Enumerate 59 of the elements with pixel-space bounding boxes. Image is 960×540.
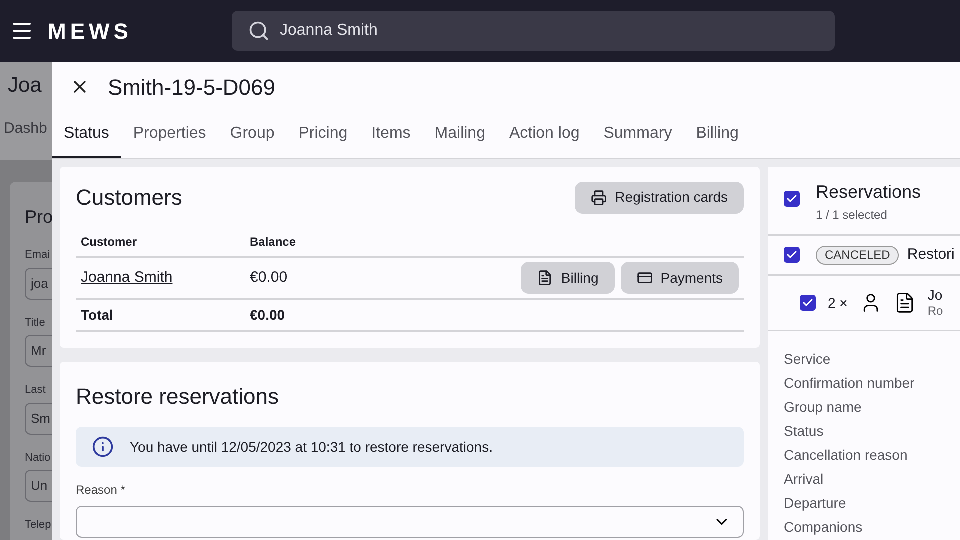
check-icon [786, 249, 798, 261]
checkbox[interactable] [784, 191, 800, 207]
detail-label: Companions [784, 518, 864, 537]
table-cell-text: €0.00 [250, 268, 289, 288]
field-label: Reason * [76, 482, 126, 499]
customer-link[interactable]: Joanna Smith [76, 266, 250, 290]
tab[interactable]: Group [218, 112, 287, 158]
group-name: Restori [907, 244, 955, 265]
drawer-title: Smith-19-5-D069 [108, 74, 276, 102]
info-icon [92, 436, 114, 458]
tab[interactable]: Billing [684, 112, 751, 158]
printer-icon [591, 190, 608, 206]
selected-count: 1 / 1 selected [816, 207, 888, 224]
status-badge: CANCELED [816, 246, 900, 264]
total-value: €0.00 [250, 306, 286, 324]
checkbox[interactable] [784, 247, 800, 263]
page-tab[interactable]: Dashb [4, 118, 52, 140]
reservation-subtitle: Ro [928, 303, 944, 319]
checkbox[interactable] [800, 295, 816, 311]
check-icon [802, 297, 814, 309]
payments-button[interactable]: Payments [620, 262, 739, 294]
column-header: Customer [80, 234, 138, 251]
detail-label: Status [784, 422, 825, 441]
card-icon [636, 270, 653, 286]
tab[interactable]: Status [52, 112, 122, 158]
tab[interactable]: Summary [592, 112, 684, 158]
registration-cards-button[interactable]: Registration cards [575, 182, 744, 214]
search-icon [248, 20, 270, 42]
detail-label: Cancellation reason [784, 446, 909, 465]
field-label: Title [25, 316, 46, 330]
tab[interactable]: Properties [121, 112, 218, 158]
search-field[interactable]: Joanna Smith [232, 11, 835, 51]
field-label: Telep [25, 518, 52, 533]
detail-label: Service [784, 350, 832, 369]
tab[interactable]: Action log [497, 112, 592, 158]
detail-label: Group name [784, 398, 863, 417]
field-label: Natio [25, 450, 52, 466]
quantity: 2 × [828, 294, 848, 312]
card-title: Pro [25, 206, 52, 229]
column-header: Balance [250, 234, 296, 251]
panel-title: Reservations [816, 181, 922, 203]
detail-label: Arrival [784, 470, 825, 489]
info-text: You have until 12/05/2023 at 10:31 to restore reservations. [130, 438, 493, 456]
invoice-icon [537, 270, 554, 286]
field-label: Emai [25, 248, 52, 263]
total-label: Total [80, 306, 114, 324]
tab[interactable]: Mailing [422, 112, 498, 158]
check-icon [786, 193, 798, 205]
card-title: Restore reservations [76, 383, 280, 411]
page-title: Joa [8, 73, 43, 99]
tab[interactable]: Items [360, 112, 423, 158]
tab[interactable]: Pricing [286, 112, 360, 158]
detail-label: Departure [784, 494, 848, 513]
billing-button[interactable]: Billing [521, 262, 615, 294]
field-label: Last [25, 383, 47, 398]
card-title: Customers [76, 184, 182, 212]
logo: MEWS [48, 18, 134, 46]
detail-label: Confirmation number [784, 374, 916, 393]
reservation-name: Jo [928, 287, 944, 303]
